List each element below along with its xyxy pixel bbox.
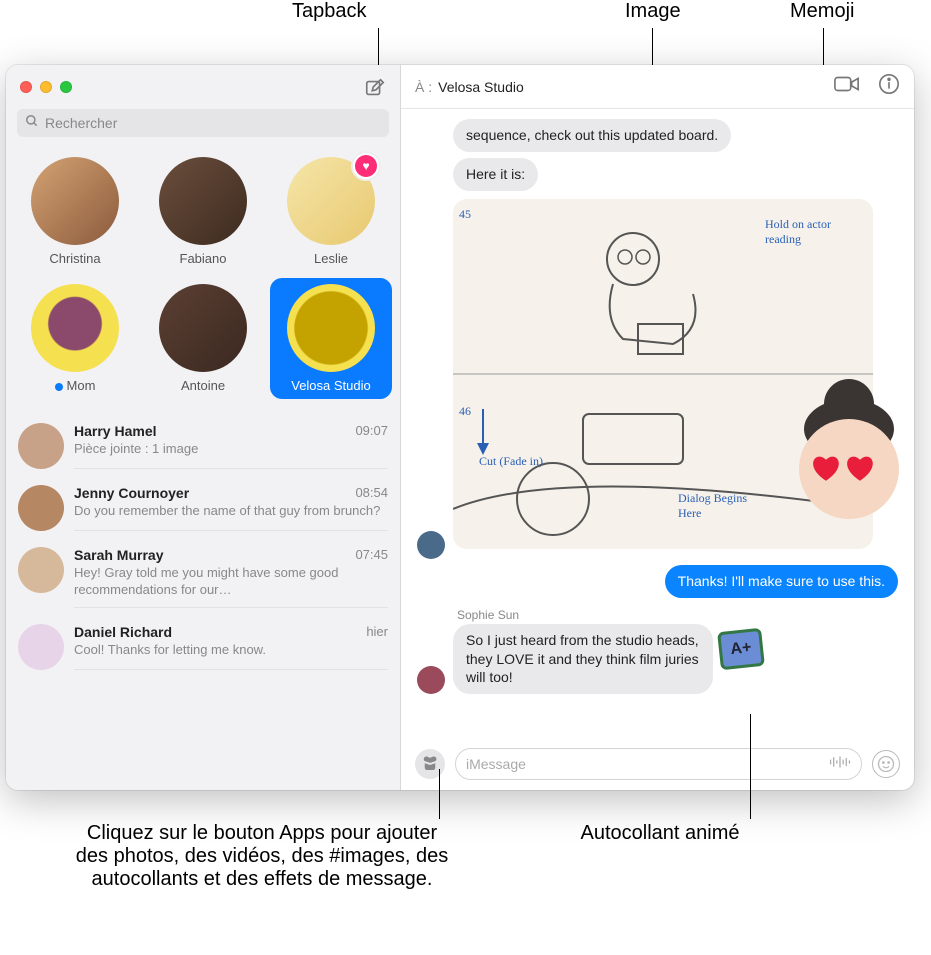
callout-image: Image	[625, 0, 681, 23]
pinned-label: Velosa Studio	[291, 378, 371, 393]
search-icon	[25, 114, 39, 133]
convo-name: Sarah Murray	[74, 547, 163, 563]
avatar	[18, 423, 64, 469]
close-button[interactable]	[20, 81, 32, 93]
avatar	[18, 624, 64, 670]
messages-window: Rechercher Christina Fabiano ♥ Leslie	[6, 65, 914, 790]
search-placeholder: Rechercher	[45, 115, 117, 131]
pinned-fabiano[interactable]: Fabiano	[142, 151, 264, 272]
sidebar: Rechercher Christina Fabiano ♥ Leslie	[6, 65, 401, 790]
message-list[interactable]: sequence, check out this updated board. …	[401, 109, 914, 738]
sender-avatar[interactable]	[417, 666, 445, 694]
avatar	[18, 485, 64, 531]
storyboard-annotation: Cut (Fade in)	[479, 454, 543, 469]
details-button[interactable]	[878, 73, 900, 100]
conversation-pane: À : Velosa Studio sequence, check out th…	[401, 65, 914, 790]
pinned-leslie[interactable]: ♥ Leslie	[270, 151, 392, 272]
callout-label: Cliquez sur le bouton Apps pour ajouter …	[76, 822, 448, 890]
pinned-grid: Christina Fabiano ♥ Leslie Mom An	[6, 147, 400, 411]
avatar	[287, 284, 375, 372]
sender-avatar[interactable]	[417, 531, 445, 559]
message-bubble[interactable]: So I just heard from the studio heads, t…	[453, 624, 713, 695]
callout-apps: Cliquez sur le bouton Apps pour ajouter …	[72, 822, 452, 891]
traffic-lights	[20, 81, 72, 93]
pinned-label: Leslie	[314, 251, 348, 266]
convo-preview: Cool! Thanks for letting me know.	[74, 642, 388, 659]
pinned-mom[interactable]: Mom	[14, 278, 136, 399]
message-input[interactable]: iMessage	[455, 748, 862, 780]
callout-sticker: Autocollant animé	[560, 822, 760, 845]
sender-name-label: Sophie Sun	[457, 608, 898, 622]
callout-tapback: Tapback	[292, 0, 367, 23]
convo-name: Daniel Richard	[74, 624, 172, 640]
maximize-button[interactable]	[60, 81, 72, 93]
tapback-badge: ♥	[351, 151, 381, 181]
avatar	[159, 157, 247, 245]
pinned-label: Antoine	[181, 378, 225, 393]
convo-time: 07:45	[355, 547, 388, 563]
unread-dot	[55, 383, 63, 391]
titlebar	[6, 65, 400, 109]
convo-preview: Hey! Gray told me you might have some go…	[74, 565, 388, 599]
pinned-label: Fabiano	[180, 251, 227, 266]
avatar	[31, 284, 119, 372]
heart-eyes-icon	[845, 454, 875, 484]
storyboard-annotation: Hold on actor reading	[765, 217, 855, 247]
avatar	[159, 284, 247, 372]
avatar	[31, 157, 119, 245]
emoji-button[interactable]	[872, 750, 900, 778]
convo-time: 09:07	[355, 423, 388, 439]
callout-label: Autocollant animé	[581, 822, 740, 844]
message-bubble[interactable]: Here it is:	[453, 158, 538, 191]
input-placeholder: iMessage	[466, 756, 829, 772]
video-call-button[interactable]	[834, 74, 860, 99]
message-bubble[interactable]: sequence, check out this updated board.	[453, 119, 731, 152]
convo-name: Harry Hamel	[74, 423, 157, 439]
heart-eyes-icon	[811, 454, 841, 484]
to-name: Velosa Studio	[438, 79, 524, 95]
avatar	[18, 547, 64, 593]
conversation-item[interactable]: Jenny Cournoyer 08:54 Do you remember th…	[6, 477, 400, 539]
callout-label: Memoji	[790, 0, 854, 22]
animated-sticker[interactable]: A+	[717, 627, 765, 669]
callout-label: Tapback	[292, 0, 367, 22]
search-input[interactable]: Rechercher	[17, 109, 389, 137]
callout-label: Image	[625, 0, 681, 22]
conversation-item[interactable]: Daniel Richard hier Cool! Thanks for let…	[6, 616, 400, 678]
message-bubble[interactable]: Thanks! I'll make sure to use this.	[665, 565, 898, 598]
pinned-label: Christina	[49, 251, 100, 266]
pinned-christina[interactable]: Christina	[14, 151, 136, 272]
storyboard-annotation: 45	[459, 207, 471, 222]
conversation-list: Harry Hamel 09:07 Pièce jointe : 1 image…	[6, 411, 400, 790]
minimize-button[interactable]	[40, 81, 52, 93]
conversation-item[interactable]: Sarah Murray 07:45 Hey! Gray told me you…	[6, 539, 400, 616]
composer: iMessage	[401, 738, 914, 790]
storyboard-annotation: Dialog Begins Here	[678, 491, 758, 521]
avatar: ♥	[287, 157, 375, 245]
callout-memoji: Memoji	[790, 0, 854, 23]
compose-button[interactable]	[364, 77, 386, 104]
storyboard-annotation: 46	[459, 404, 471, 419]
pinned-antoine[interactable]: Antoine	[142, 278, 264, 399]
convo-preview: Do you remember the name of that guy fro…	[74, 503, 388, 520]
convo-name: Jenny Cournoyer	[74, 485, 189, 501]
memoji-sticker[interactable]	[789, 379, 909, 519]
convo-time: 08:54	[355, 485, 388, 501]
pinned-label: Mom	[55, 378, 96, 393]
conversation-header: À : Velosa Studio	[401, 65, 914, 109]
apps-button[interactable]	[415, 749, 445, 779]
conversation-item[interactable]: Harry Hamel 09:07 Pièce jointe : 1 image	[6, 415, 400, 477]
to-label: À :	[415, 79, 432, 95]
convo-preview: Pièce jointe : 1 image	[74, 441, 388, 458]
pinned-velosa-studio[interactable]: Velosa Studio	[270, 278, 392, 399]
heart-icon: ♥	[355, 155, 377, 177]
convo-time: hier	[366, 624, 388, 640]
audio-message-icon[interactable]	[829, 754, 851, 775]
